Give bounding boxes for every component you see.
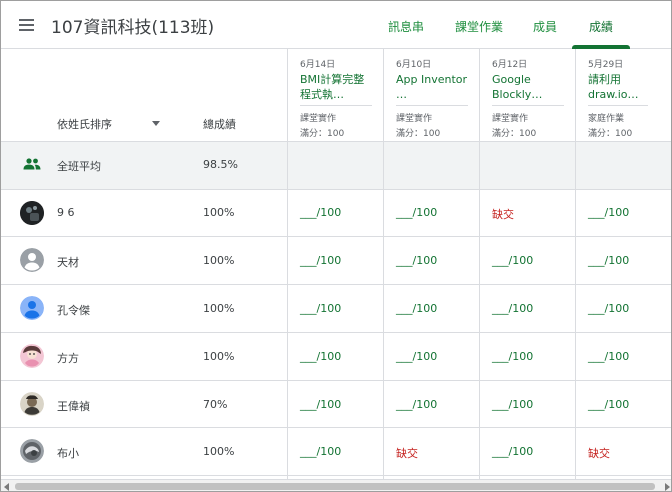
- tab-grades[interactable]: 成績: [589, 18, 613, 35]
- assignment-title[interactable]: Google Blockly…: [492, 72, 564, 102]
- menu-icon[interactable]: [17, 15, 37, 35]
- tab-people[interactable]: 成員: [533, 18, 557, 35]
- row-divider: [1, 284, 671, 285]
- student-total: 100%: [203, 254, 235, 267]
- student-total: 100%: [203, 445, 235, 458]
- student-total: 100%: [203, 206, 235, 219]
- assignment-title[interactable]: App Inventor …: [396, 72, 468, 102]
- assignment-header: 6月12日 Google Blockly… 課堂實作 滿分：100: [492, 57, 572, 139]
- class-average-row: [1, 141, 671, 189]
- row-divider: [1, 236, 671, 237]
- assignment-title[interactable]: BMI計算完整程式執…: [300, 72, 372, 102]
- assignment-header: 6月10日 App Inventor … 課堂實作 滿分：100: [396, 57, 476, 139]
- grade-cell[interactable]: ___/100: [492, 398, 533, 411]
- assignment-date: 6月14日: [300, 60, 336, 70]
- student-total: 70%: [203, 398, 228, 411]
- assignment-points: 滿分：100: [300, 129, 345, 139]
- assignment-date: 6月10日: [396, 60, 432, 70]
- grade-cell[interactable]: ___/100: [588, 398, 629, 411]
- horizontal-scrollbar[interactable]: [1, 479, 671, 491]
- avatar[interactable]: [20, 296, 44, 320]
- grade-cell-missing[interactable]: 缺交: [492, 206, 514, 222]
- grade-cell[interactable]: ___/100: [300, 445, 341, 458]
- grade-cell[interactable]: ___/100: [396, 302, 437, 315]
- student-name[interactable]: 孔令傑: [57, 302, 90, 318]
- header-separator: [396, 105, 468, 106]
- assignment-points: 滿分：100: [492, 129, 537, 139]
- avatar[interactable]: [20, 248, 44, 272]
- grade-cell[interactable]: ___/100: [588, 206, 629, 219]
- avatar[interactable]: [20, 201, 44, 225]
- student-name[interactable]: 方方: [57, 350, 79, 366]
- active-tab-indicator: [572, 45, 630, 49]
- assignment-header: 6月14日 BMI計算完整程式執… 課堂實作 滿分：100: [300, 57, 380, 139]
- scroll-left-icon[interactable]: [4, 483, 9, 491]
- grade-cell[interactable]: ___/100: [492, 254, 533, 267]
- sort-caret-icon[interactable]: [152, 121, 160, 126]
- grade-cell[interactable]: ___/100: [396, 254, 437, 267]
- scroll-right-icon[interactable]: [665, 483, 670, 491]
- row-divider: [1, 427, 671, 428]
- class-average-value: 98.5%: [203, 158, 238, 171]
- tab-stream[interactable]: 訊息串: [388, 18, 424, 35]
- column-divider: [383, 49, 384, 479]
- grade-cell-missing[interactable]: 缺交: [588, 445, 610, 461]
- assignment-points: 滿分：100: [396, 129, 441, 139]
- column-divider: [575, 49, 576, 479]
- assignment-type: 家庭作業: [588, 114, 625, 124]
- people-icon: [23, 158, 41, 170]
- grade-cell[interactable]: ___/100: [300, 398, 341, 411]
- grade-cell[interactable]: ___/100: [396, 350, 437, 363]
- grade-cell[interactable]: ___/100: [300, 206, 341, 219]
- assignment-points: 滿分：100: [588, 129, 633, 139]
- grade-cell[interactable]: ___/100: [300, 350, 341, 363]
- scrollbar-thumb[interactable]: [15, 483, 655, 490]
- avatar[interactable]: [20, 344, 44, 368]
- column-divider: [479, 49, 480, 479]
- student-total: 100%: [203, 350, 235, 363]
- tab-classwork[interactable]: 課堂作業: [455, 18, 503, 35]
- assignment-date: 5月29日: [588, 60, 624, 70]
- student-total: 100%: [203, 302, 235, 315]
- class-average-label: 全班平均: [57, 160, 101, 173]
- row-divider: [1, 141, 671, 142]
- student-name[interactable]: 王偉禎: [57, 398, 90, 414]
- grade-cell[interactable]: ___/100: [492, 445, 533, 458]
- student-name[interactable]: 天材: [57, 254, 79, 270]
- header-separator: [588, 105, 648, 106]
- row-divider: [1, 475, 671, 476]
- grade-cell[interactable]: ___/100: [492, 302, 533, 315]
- header-separator: [492, 105, 564, 106]
- grade-cell[interactable]: ___/100: [396, 398, 437, 411]
- header-separator: [300, 105, 372, 106]
- gradebook-page: 107資訊科技(113班) 訊息串 課堂作業 成員 成績 依姓氏排序 總成績 6…: [0, 0, 672, 492]
- assignment-date: 6月12日: [492, 60, 528, 70]
- assignment-title[interactable]: 請利用 draw.io…: [588, 72, 660, 102]
- row-divider: [1, 332, 671, 333]
- class-title[interactable]: 107資訊科技(113班): [51, 13, 214, 38]
- grade-cell[interactable]: ___/100: [492, 350, 533, 363]
- assignment-type: 課堂實作: [492, 114, 529, 124]
- sort-by-last-name[interactable]: 依姓氏排序: [57, 116, 112, 132]
- avatar[interactable]: [20, 439, 44, 463]
- top-bar: 107資訊科技(113班) 訊息串 課堂作業 成員 成績: [1, 1, 671, 49]
- column-divider: [287, 49, 288, 479]
- assignment-type: 課堂實作: [300, 114, 337, 124]
- avatar[interactable]: [20, 392, 44, 416]
- grade-cell[interactable]: ___/100: [300, 254, 341, 267]
- grade-cell[interactable]: ___/100: [588, 254, 629, 267]
- grade-cell[interactable]: ___/100: [300, 302, 341, 315]
- student-name[interactable]: 9 6: [57, 206, 75, 219]
- assignment-header: 5月29日 請利用 draw.io… 家庭作業 滿分：100: [588, 57, 668, 139]
- total-grade-header: 總成績: [203, 118, 236, 131]
- student-name[interactable]: 布小: [57, 445, 79, 461]
- row-divider: [1, 380, 671, 381]
- assignment-type: 課堂實作: [396, 114, 433, 124]
- grade-cell-missing[interactable]: 缺交: [396, 445, 418, 461]
- grade-cell[interactable]: ___/100: [588, 302, 629, 315]
- grade-cell[interactable]: ___/100: [588, 350, 629, 363]
- row-divider: [1, 189, 671, 190]
- grade-cell[interactable]: ___/100: [396, 206, 437, 219]
